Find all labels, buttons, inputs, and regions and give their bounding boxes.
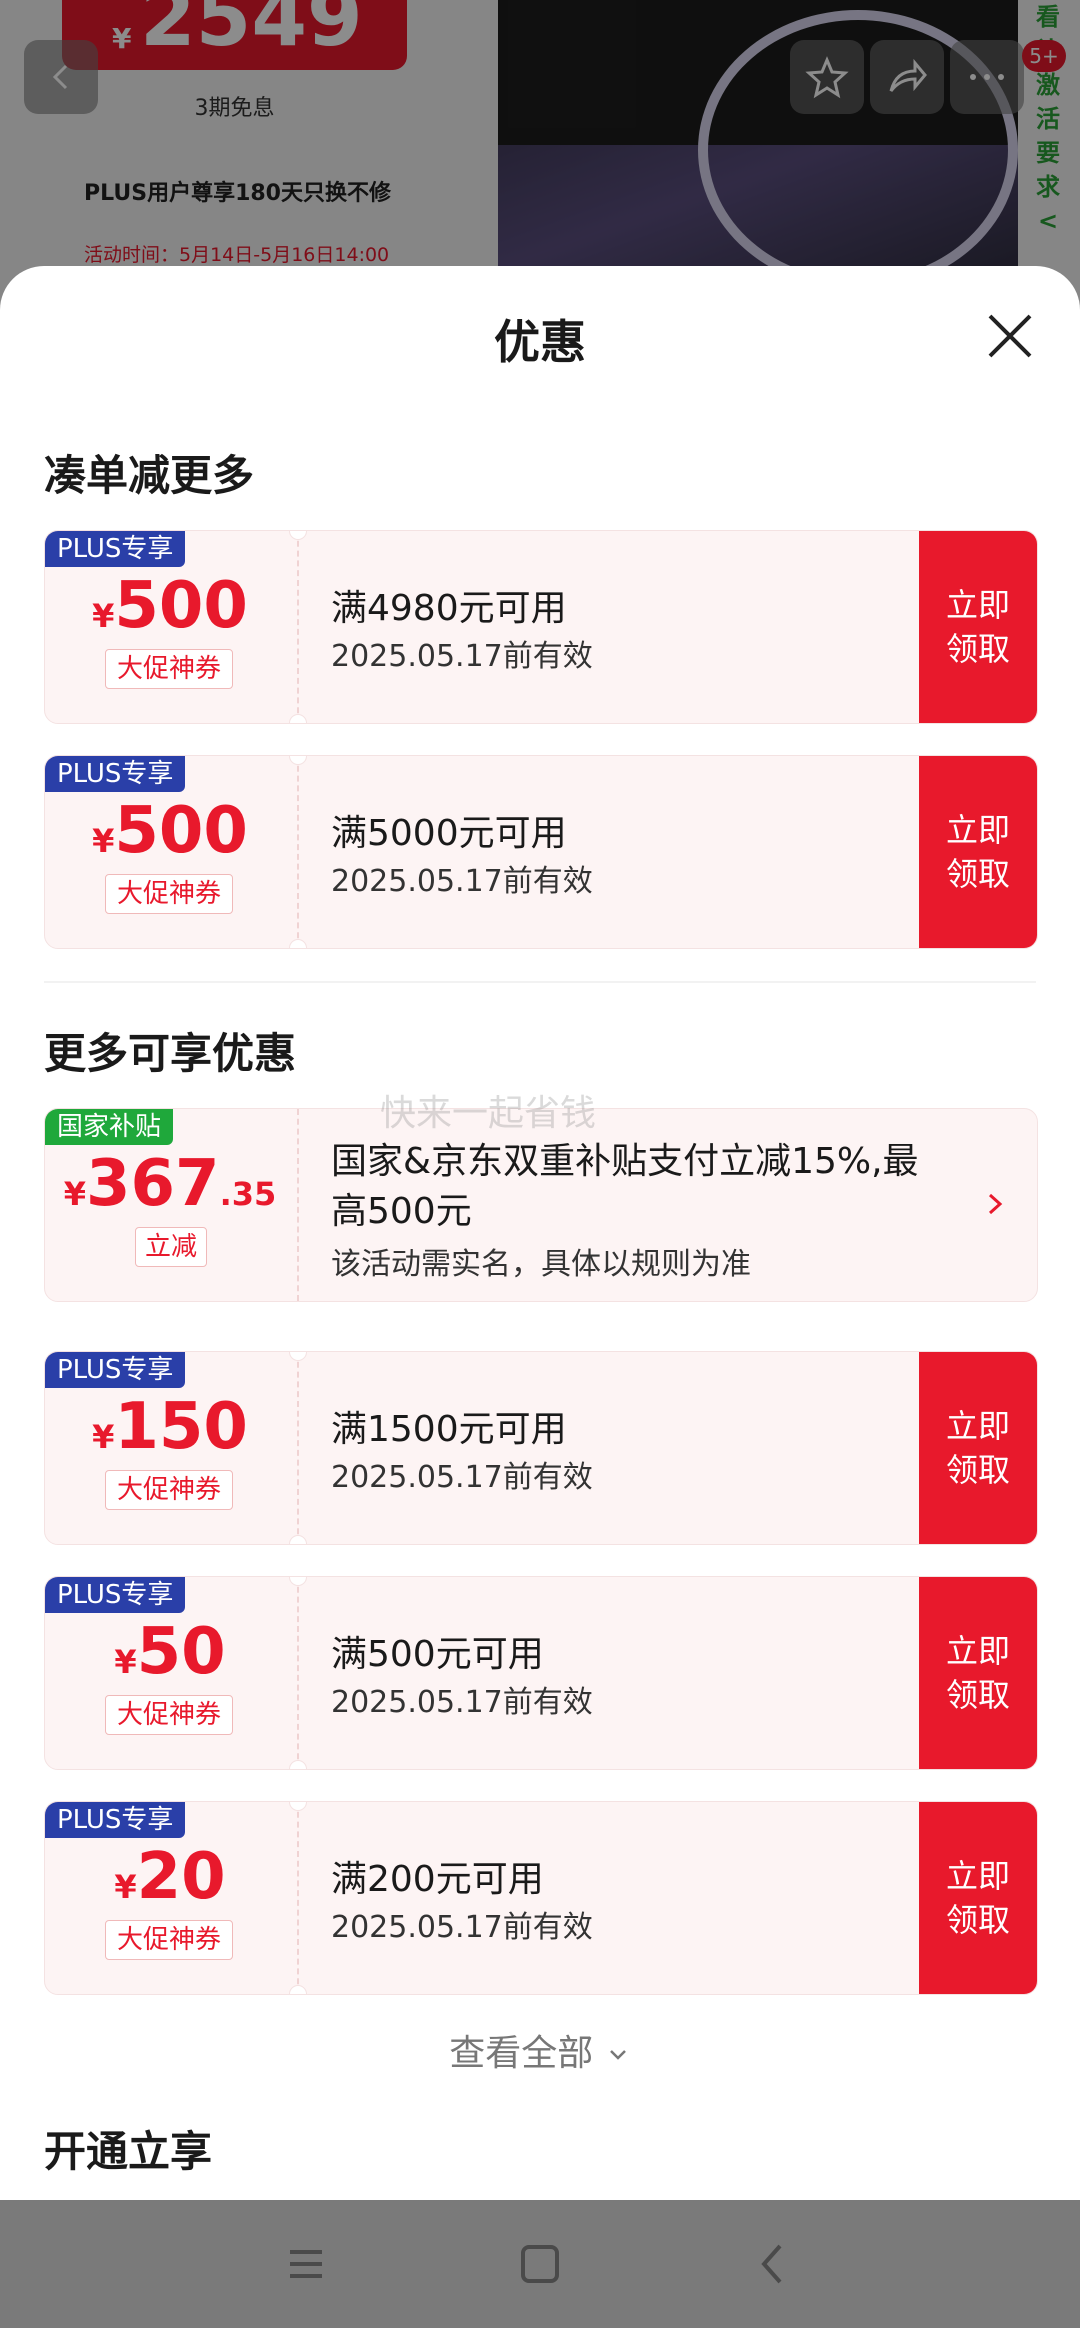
section-title-bundle: 凑单减更多 (44, 451, 255, 500)
coupon-type-label: 大促神券 (105, 1470, 233, 1510)
coupon-card: PLUS专享 ¥500 大促神券 满4980元可用 2025.05.17前有效 … (44, 530, 1038, 724)
plus-tag: PLUS专享 (45, 1352, 186, 1388)
section-title-more-offers: 更多可享优惠 (44, 1029, 297, 1078)
section-divider (44, 981, 1036, 983)
coupon-amount: ¥500 (92, 794, 248, 868)
chevron-right-icon (980, 1189, 1010, 1219)
plus-tag: PLUS专享 (45, 1577, 186, 1613)
coupon-condition: 满1500元可用 (331, 1409, 567, 1450)
coupon-validity: 2025.05.17前有效 (331, 1460, 593, 1495)
plus-tag: PLUS专享 (45, 531, 186, 567)
discount-sheet: 优惠 凑单减更多 PLUS专享 ¥500 大促神券 满4980元可用 2025.… (0, 266, 1080, 2200)
chevron-down-icon (609, 2050, 626, 2060)
coupon-card: PLUS专享 ¥150 大促神券 满1500元可用 2025.05.17前有效 … (44, 1351, 1038, 1545)
coupon-condition: 满5000元可用 (331, 813, 567, 854)
home-icon (521, 2245, 559, 2283)
subsidy-type-label: 立减 (135, 1227, 207, 1267)
subsidy-note: 该活动需实名，具体以规则为准 (331, 1247, 751, 1282)
menu-icon (290, 2250, 322, 2278)
close-icon (988, 314, 1032, 358)
coupon-card: PLUS专享 ¥500 大促神券 满5000元可用 2025.05.17前有效 … (44, 755, 1038, 949)
plus-tag: PLUS专享 (45, 756, 186, 792)
coupon-validity: 2025.05.17前有效 (331, 864, 593, 899)
plus-tag: PLUS专享 (45, 1802, 186, 1838)
coupon-type-label: 大促神券 (105, 874, 233, 914)
coupon-condition: 满500元可用 (331, 1634, 544, 1675)
sheet-title: 优惠 (494, 315, 586, 369)
back-icon (761, 2244, 782, 2284)
watermark-text: 快来一起省钱 (380, 1093, 597, 1134)
gov-subsidy-card[interactable]: 国家补贴 ¥367.35 立减 国家&京东双重补贴支付立减15%,最高500元 … (44, 1108, 1038, 1302)
system-nav-bar (0, 2200, 1080, 2328)
subsidy-amount: ¥367.35 (63, 1147, 277, 1221)
claim-button[interactable]: 立即 领取 (919, 531, 1037, 723)
coupon-type-label: 大促神券 (105, 649, 233, 689)
claim-button[interactable]: 立即 领取 (919, 756, 1037, 948)
coupon-type-label: 大促神券 (105, 1920, 233, 1960)
view-all-button[interactable]: 查看全部 (0, 2024, 1080, 2076)
nav-menu-button[interactable] (276, 2234, 336, 2294)
view-all-label: 查看全部 (449, 2033, 594, 2074)
claim-button[interactable]: 立即 领取 (919, 1577, 1037, 1769)
section-title-open-plus: 开通立享 (44, 2127, 213, 2176)
coupon-card: PLUS专享 ¥20 大促神券 满200元可用 2025.05.17前有效 立即… (44, 1801, 1038, 1995)
coupon-validity: 2025.05.17前有效 (331, 1685, 593, 1720)
coupon-amount: ¥500 (92, 569, 248, 643)
coupon-card: PLUS专享 ¥50 大促神券 满500元可用 2025.05.17前有效 立即… (44, 1576, 1038, 1770)
close-button[interactable] (980, 306, 1040, 366)
nav-back-button[interactable] (744, 2234, 804, 2294)
gov-subsidy-tag: 国家补贴 (45, 1109, 174, 1145)
coupon-amount: ¥20 (114, 1840, 226, 1914)
coupon-condition: 满4980元可用 (331, 588, 567, 629)
coupon-amount: ¥50 (114, 1615, 226, 1689)
coupon-amount: ¥150 (92, 1390, 248, 1464)
claim-button[interactable]: 立即 领取 (919, 1352, 1037, 1544)
subsidy-description: 国家&京东双重补贴支付立减15%,最高500元 (331, 1141, 919, 1232)
coupon-type-label: 大促神券 (105, 1695, 233, 1735)
coupon-condition: 满200元可用 (331, 1859, 544, 1900)
coupon-validity: 2025.05.17前有效 (331, 639, 593, 674)
claim-button[interactable]: 立即 领取 (919, 1802, 1037, 1994)
coupon-validity: 2025.05.17前有效 (331, 1910, 593, 1945)
dim-overlay[interactable] (0, 0, 1080, 300)
nav-home-button[interactable] (510, 2234, 570, 2294)
